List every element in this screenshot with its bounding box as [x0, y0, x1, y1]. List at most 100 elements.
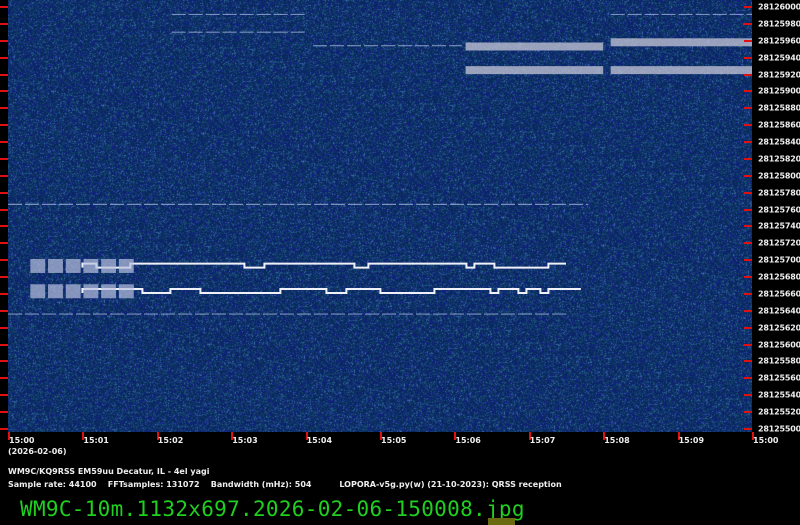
capture-params: Sample rate: 44100 FFTsamples: 131072 Ba… [8, 480, 562, 489]
freq-tick-right [744, 309, 752, 312]
freq-tick-left [0, 107, 8, 110]
freq-tick-label: 28125660 [758, 289, 800, 299]
cw-char [48, 258, 63, 273]
freq-tick-label: 28125580 [758, 356, 800, 366]
cw-char [118, 258, 134, 273]
freq-tick-left [0, 56, 8, 59]
freq-tick-left [0, 174, 8, 177]
freq-tick-right [744, 411, 752, 414]
freq-tick-label: 28125680 [758, 272, 800, 282]
freq-tick-label: 28125600 [758, 340, 800, 350]
cw-char [30, 284, 46, 299]
freq-tick-label: 28125940 [758, 53, 800, 63]
freq-tick-label: 28125620 [758, 323, 800, 333]
time-tick-label: 15:03 [232, 436, 258, 445]
freq-tick-left [0, 259, 8, 262]
freq-tick-label: 28125900 [758, 86, 800, 96]
freq-tick-label: 28125980 [758, 19, 800, 29]
freq-tick-left [0, 22, 8, 25]
freq-tick-left [0, 360, 8, 363]
freq-tick-left [0, 6, 8, 8]
band-952 [465, 42, 604, 51]
freq-tick-right [744, 73, 752, 76]
cw-char [65, 284, 81, 299]
freq-tick-right [744, 259, 752, 262]
freq-tick-left [0, 309, 8, 312]
freq-tick-right [744, 326, 752, 329]
freq-tick-left [0, 428, 8, 430]
freq-tick-right [744, 343, 752, 346]
freq-tick-left [0, 73, 8, 76]
freq-tick-label: 28125920 [758, 70, 800, 80]
freq-tick-left [0, 394, 8, 397]
cw-char [83, 284, 99, 299]
cw-char [118, 284, 134, 299]
time-tick-label: 15:00 [9, 436, 35, 445]
freq-tick-right [744, 276, 752, 279]
freq-tick-label: 28125860 [758, 120, 800, 130]
freq-tick-label: 28125760 [758, 205, 800, 215]
freq-tick-label: 28125840 [758, 137, 800, 147]
fsk-upper [81, 262, 566, 269]
time-tick-label: 15:07 [529, 436, 556, 445]
band-924b [610, 66, 752, 75]
freq-tick-left [0, 326, 8, 329]
time-tick-label: 15:04 [306, 436, 333, 445]
freq-tick-left [0, 242, 8, 245]
freq-tick-label: 28125740 [758, 221, 800, 231]
freq-tick-label: 28125520 [758, 407, 800, 417]
freq-tick-right [744, 6, 752, 8]
time-tick-label: 15:02 [157, 436, 184, 445]
station-info: WM9C/KQ9RSS EM59uu Decatur, IL - 4el yag… [8, 467, 210, 476]
cw-char [48, 284, 63, 299]
freq-tick-left [0, 276, 8, 279]
fsk-lower [81, 287, 581, 294]
freq-tick-right [744, 377, 752, 380]
freq-tick-label: 28125960 [758, 36, 800, 46]
freq-tick-label: 28126000 [758, 2, 800, 12]
freq-tick-right [744, 39, 752, 42]
freq-tick-left [0, 343, 8, 346]
cw-char [83, 258, 99, 273]
freq-tick-right [744, 292, 752, 295]
freq-tick-left [0, 377, 8, 380]
freq-tick-label: 28125560 [758, 373, 800, 383]
freq-tick-left [0, 225, 8, 228]
time-tick-label: 15:09 [678, 436, 705, 445]
freq-tick-left [0, 191, 8, 194]
signal-traces [8, 13, 752, 315]
freq-tick-label: 28125780 [758, 188, 800, 198]
text-cursor [488, 518, 515, 525]
date-label: (2026-02-06) [8, 447, 67, 456]
freq-tick-label: 28125540 [758, 390, 800, 400]
freq-tick-right [744, 428, 752, 430]
time-tick-label: 15:06 [455, 436, 481, 445]
filename-label: WM9C-10m.1132x697.2026-02-06-150008.jpg [20, 497, 525, 521]
freq-tick-label: 28125720 [758, 238, 800, 248]
freq-tick-right [744, 124, 752, 127]
cw-char [101, 258, 117, 273]
freq-tick-left [0, 141, 8, 144]
freq-tick-label: 28125500 [758, 424, 800, 434]
freq-tick-left [0, 157, 8, 160]
cw-char [65, 258, 81, 273]
freq-tick-right [744, 191, 752, 194]
time-tick-label: 15:05 [381, 436, 407, 445]
freq-tick-left [0, 411, 8, 414]
freq-tick-right [744, 242, 752, 245]
freq-tick-label: 28125820 [758, 154, 800, 164]
time-tick-label: 15:08 [604, 436, 630, 445]
band-924 [465, 66, 604, 75]
spectrogram-plot [8, 0, 752, 432]
freq-tick-right [744, 90, 752, 93]
freq-tick-right [744, 22, 752, 25]
freq-tick-right [744, 225, 752, 228]
freq-tick-right [744, 394, 752, 397]
freq-tick-left [0, 39, 8, 42]
cw-char [30, 258, 46, 273]
freq-tick-left [0, 90, 8, 93]
freq-tick-label: 28125800 [758, 171, 800, 181]
cw-char [101, 284, 117, 299]
time-tick-label: 15:01 [83, 436, 109, 445]
freq-tick-left [0, 292, 8, 295]
